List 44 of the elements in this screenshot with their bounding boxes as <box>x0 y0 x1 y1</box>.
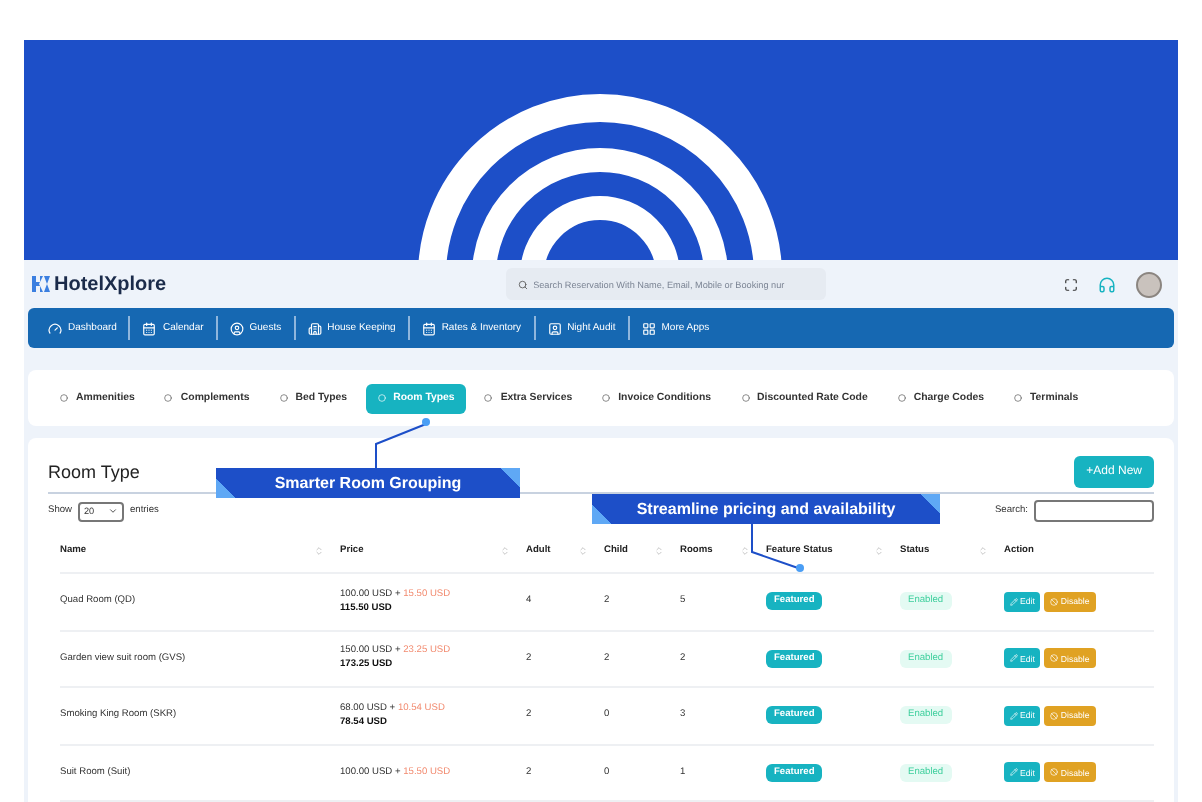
circle-icon <box>164 394 173 402</box>
fullscreen-icon[interactable] <box>1064 277 1078 291</box>
sort-icon <box>654 546 664 556</box>
circle-icon <box>484 394 493 402</box>
ban-icon <box>1050 711 1059 720</box>
calendar-icon <box>142 321 157 335</box>
ban-icon <box>1050 597 1059 606</box>
pencil-icon <box>1010 597 1018 606</box>
grid-icon <box>641 321 656 335</box>
callout-banner: Streamline pricing and availability <box>592 494 940 524</box>
ban-icon <box>1050 654 1059 663</box>
badge-icon <box>547 321 562 335</box>
sort-icon <box>500 546 510 556</box>
app-logo-text: HotelXplore <box>54 273 167 295</box>
headphones-icon[interactable] <box>1098 275 1116 293</box>
circle-icon <box>60 394 68 402</box>
circle-icon <box>602 394 611 402</box>
circle-icon <box>741 394 749 402</box>
circle-icon <box>377 394 386 402</box>
leader-line <box>372 414 432 472</box>
circle-icon <box>279 394 288 402</box>
user-icon <box>229 321 244 335</box>
circle-icon <box>897 394 906 402</box>
building-icon <box>307 321 322 335</box>
pencil-icon <box>1010 768 1018 777</box>
sort-icon <box>874 546 884 556</box>
ban-icon <box>1050 768 1059 777</box>
chevron-down-icon <box>108 506 118 517</box>
page-title: Room Type <box>48 462 140 483</box>
sort-icon <box>978 546 988 556</box>
sort-icon <box>314 546 324 556</box>
circle-icon <box>1014 394 1023 402</box>
logo-icon <box>32 276 50 292</box>
avatar[interactable] <box>1136 271 1162 297</box>
calendar-icon <box>421 321 436 335</box>
gauge-icon <box>48 321 62 335</box>
sort-icon <box>578 546 588 556</box>
table-search-field[interactable] <box>1034 500 1154 523</box>
callout-banner: Smarter Room Grouping <box>216 468 520 498</box>
pencil-icon <box>1010 711 1018 720</box>
search-icon <box>517 279 528 289</box>
leader-line <box>750 524 806 574</box>
pencil-icon <box>1010 654 1018 663</box>
sort-icon <box>740 546 750 556</box>
